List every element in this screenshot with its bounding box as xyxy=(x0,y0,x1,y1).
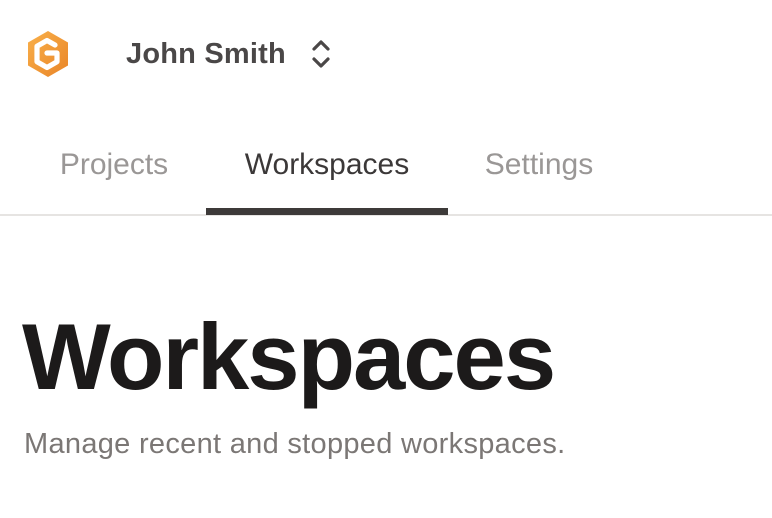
page-subtitle: Manage recent and stopped workspaces. xyxy=(24,428,566,460)
tab-projects-label: Projects xyxy=(59,148,169,181)
tab-settings-label: Settings xyxy=(484,148,594,181)
chevron-up-down-icon xyxy=(310,38,332,70)
top-header: John Smith xyxy=(0,0,772,110)
tab-projects[interactable]: Projects xyxy=(35,130,193,214)
tab-workspaces[interactable]: Workspaces xyxy=(206,130,448,215)
tab-settings[interactable]: Settings xyxy=(460,130,618,214)
user-switcher-button[interactable]: John Smith xyxy=(126,34,332,74)
page-title: Workspaces xyxy=(22,304,556,409)
main-tabs: Projects Workspaces Settings xyxy=(0,130,772,216)
tab-workspaces-label: Workspaces xyxy=(244,148,410,181)
user-name: John Smith xyxy=(126,37,286,70)
gitpod-logo-icon[interactable] xyxy=(25,29,71,79)
